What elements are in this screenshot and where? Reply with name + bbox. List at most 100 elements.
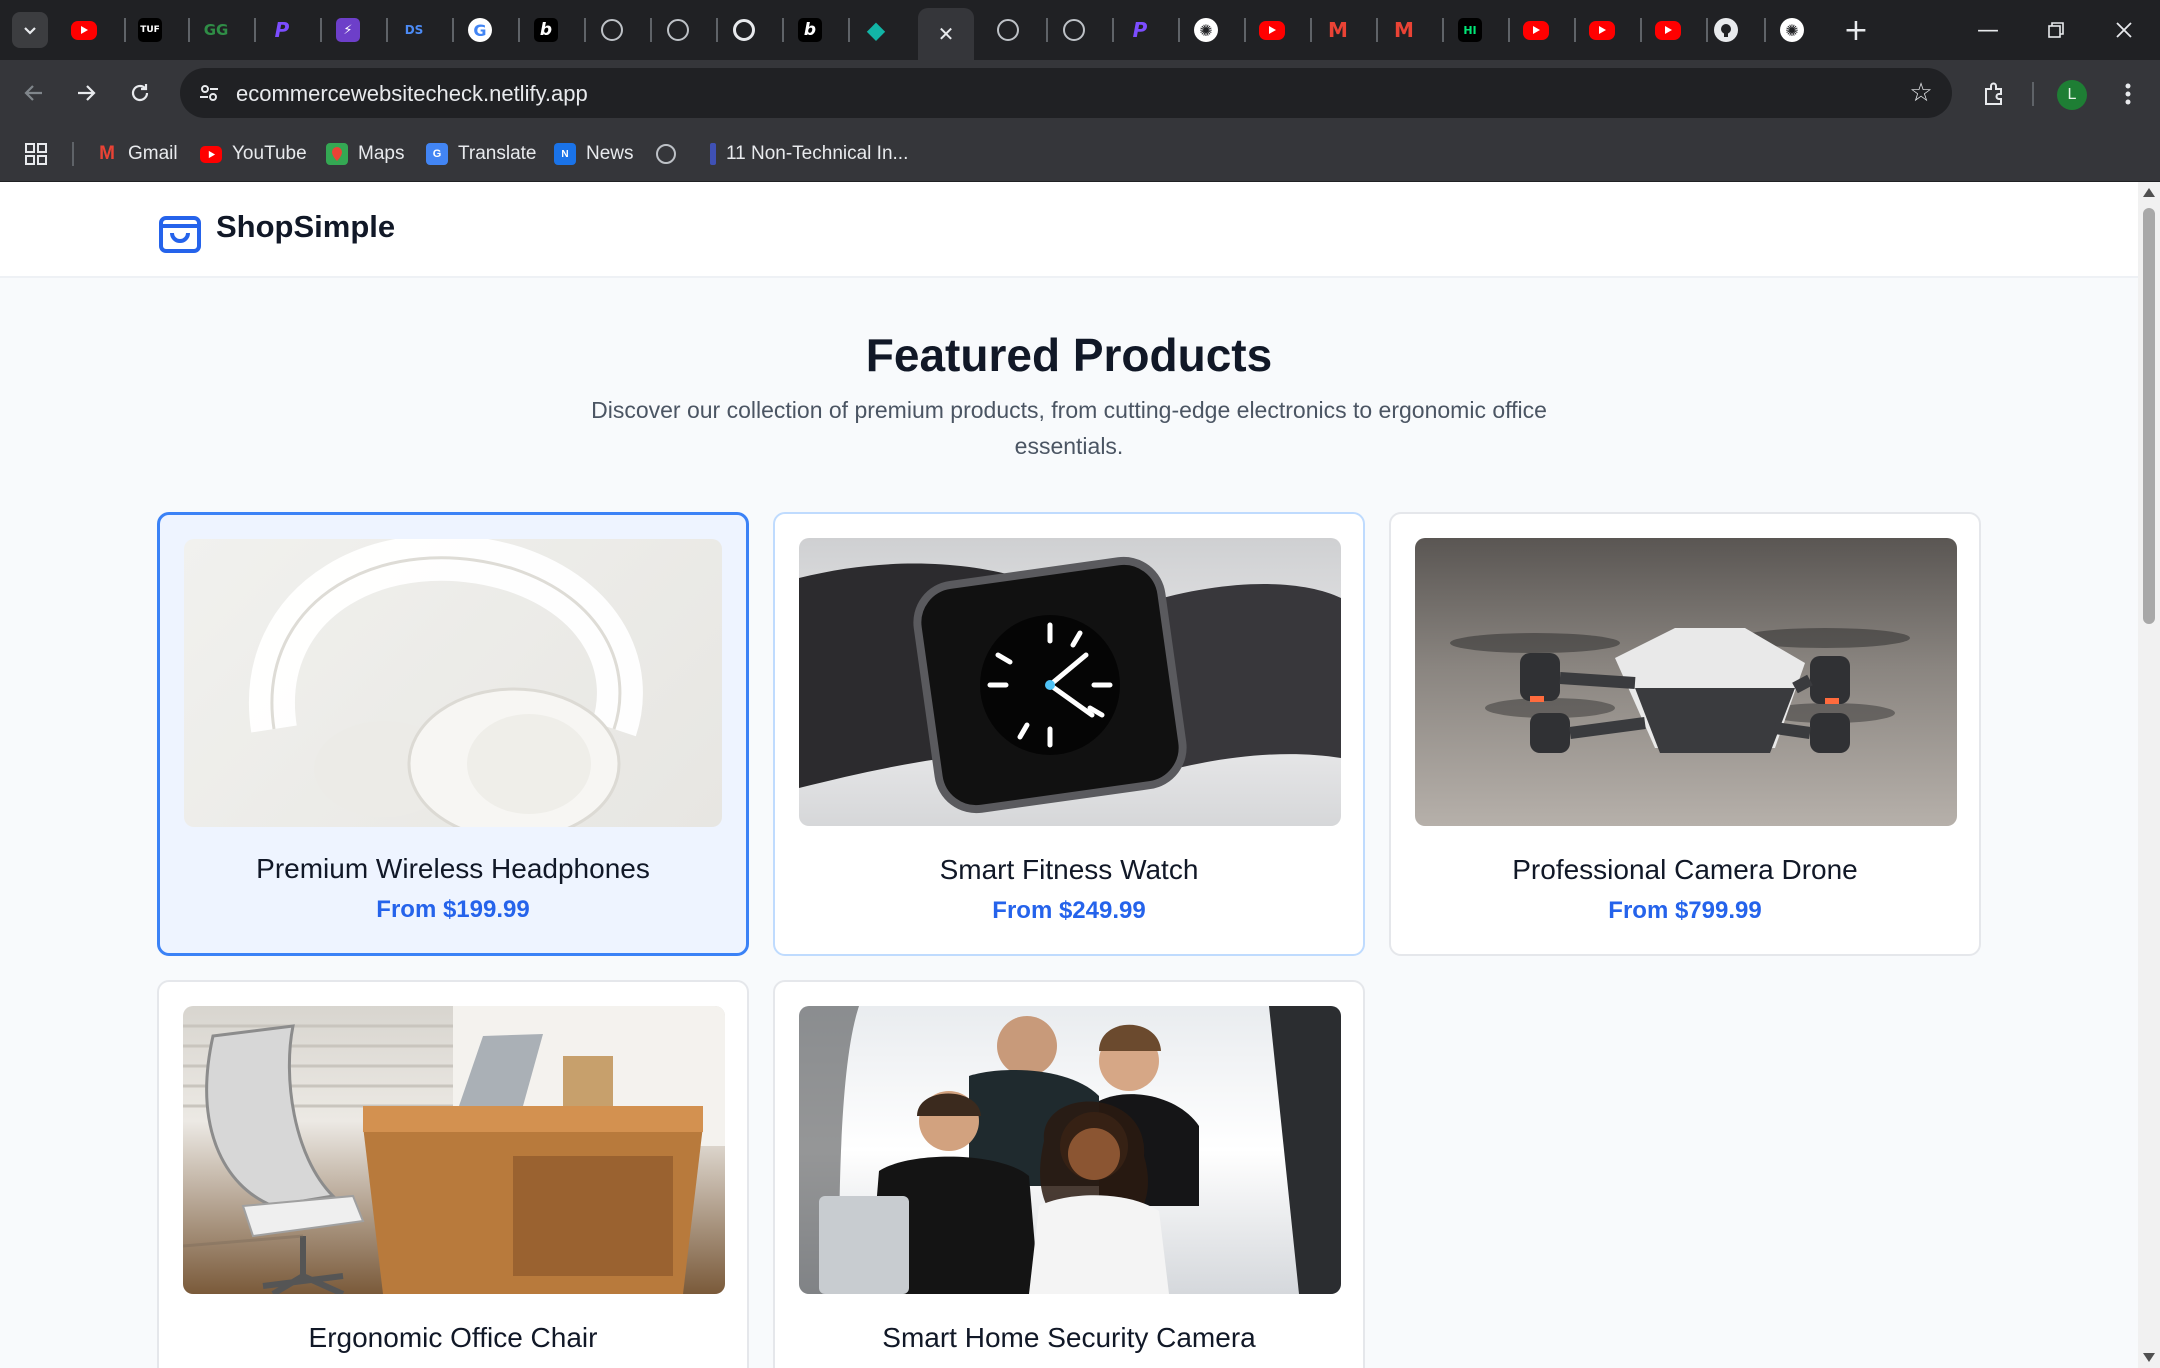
tab-github[interactable] — [1708, 12, 1744, 48]
diamond-icon: ◆ — [866, 16, 886, 44]
bookmark-label: 11 Non-Technical In... — [726, 143, 909, 164]
close-icon — [2116, 22, 2132, 38]
maps-icon — [326, 143, 348, 165]
tab-p-logo[interactable]: P — [1122, 12, 1158, 48]
youtube-icon — [1523, 20, 1549, 40]
tab-active-close[interactable]: ✕ — [918, 8, 974, 60]
url-text[interactable]: ecommercewebsitecheck.netlify.app — [236, 81, 588, 107]
b-logo-icon: b — [534, 18, 558, 42]
site-info-button[interactable] — [194, 78, 224, 108]
office-chair-illustration — [183, 1006, 725, 1294]
product-card-security-camera[interactable]: Smart Home Security Camera — [773, 980, 1365, 1368]
tab-globe[interactable] — [660, 12, 696, 48]
bookmark-star-button[interactable]: ☆ — [1904, 76, 1938, 110]
tab-youtube[interactable] — [66, 12, 102, 48]
tab-separator — [716, 18, 718, 42]
extensions-button[interactable] — [1974, 74, 2014, 114]
headphones-illustration — [249, 539, 643, 827]
reload-icon — [131, 84, 149, 102]
globe-icon — [667, 19, 689, 41]
product-name: Professional Camera Drone — [1512, 854, 1858, 885]
browser-menu-button[interactable] — [2108, 74, 2148, 114]
google-icon: G — [468, 18, 492, 42]
tune-icon — [200, 85, 218, 101]
tab-tuf[interactable]: TUF — [132, 12, 168, 48]
tab-search-button[interactable] — [12, 12, 48, 48]
tab-p-logo[interactable]: P — [264, 12, 300, 48]
tab-openai[interactable]: ✺ — [1188, 12, 1224, 48]
profile-avatar[interactable]: L — [2057, 80, 2087, 110]
tab-hi[interactable]: HI — [1452, 12, 1488, 48]
globe-icon — [997, 19, 1019, 41]
youtube-icon — [71, 20, 97, 40]
close-icon[interactable]: ✕ — [938, 22, 955, 46]
tab-chrome[interactable] — [726, 12, 762, 48]
bookmark-globe[interactable] — [656, 138, 676, 170]
tab-b-logo[interactable]: b — [792, 12, 828, 48]
address-bar[interactable]: ecommercewebsitecheck.netlify.app ☆ — [180, 68, 1952, 118]
forward-button[interactable] — [66, 73, 106, 113]
shopping-bag-icon[interactable] — [157, 206, 203, 254]
chevron-down-icon — [24, 27, 36, 35]
product-card-office-chair[interactable]: Ergonomic Office Chair — [157, 980, 749, 1368]
tab-globe[interactable] — [594, 12, 630, 48]
tab-separator — [518, 18, 520, 42]
github-icon — [1714, 18, 1738, 42]
team-photo — [799, 1006, 1341, 1294]
tab-separator — [1574, 18, 1576, 42]
tab-bolt[interactable]: ⚡ — [330, 12, 366, 48]
tab-youtube[interactable] — [1584, 12, 1620, 48]
tab-gmail[interactable]: M — [1386, 12, 1422, 48]
product-card-headphones[interactable]: Premium Wireless Headphones From $199.99 — [157, 512, 749, 956]
more-vert-icon — [2125, 83, 2131, 105]
tab-gmail[interactable]: M — [1320, 12, 1356, 48]
scrollbar-thumb[interactable] — [2143, 208, 2155, 624]
browser-toolbar: ecommercewebsitecheck.netlify.app ☆ L — [0, 60, 2160, 126]
ds-icon: DS — [404, 23, 424, 37]
minimize-button[interactable]: — — [1958, 10, 2018, 50]
reload-button[interactable] — [120, 73, 160, 113]
gmail-icon: M — [1328, 18, 1348, 42]
bookmark-maps[interactable]: Maps — [326, 138, 404, 170]
globe-icon — [601, 19, 623, 41]
tab-youtube[interactable] — [1254, 12, 1290, 48]
tab-separator — [386, 18, 388, 42]
product-card-drone[interactable]: Professional Camera Drone From $799.99 — [1389, 512, 1981, 956]
back-button[interactable] — [14, 73, 54, 113]
tab-ds[interactable]: DS — [396, 12, 432, 48]
tab-globe[interactable] — [990, 12, 1026, 48]
drone-illustration — [1450, 628, 1910, 753]
news-icon: N — [554, 143, 576, 165]
tab-google[interactable]: G — [462, 12, 498, 48]
tab-openai[interactable]: ✺ — [1774, 12, 1810, 48]
tab-diamond[interactable]: ◆ — [858, 12, 894, 48]
new-tab-button[interactable]: + — [1838, 12, 1874, 48]
scroll-down-arrow-icon[interactable] — [2143, 1353, 2155, 1362]
openai-icon: ✺ — [1194, 18, 1218, 42]
tab-youtube[interactable] — [1518, 12, 1554, 48]
tab-separator — [188, 18, 190, 42]
page-scrollbar[interactable] — [2138, 182, 2160, 1368]
scroll-up-arrow-icon[interactable] — [2143, 188, 2155, 197]
site-logo-text[interactable]: ShopSimple — [216, 209, 395, 245]
tab-globe[interactable] — [1056, 12, 1092, 48]
bookmark-translate[interactable]: G Translate — [426, 138, 537, 170]
site-header: ShopSimple — [0, 182, 2138, 278]
bookmark-youtube[interactable]: YouTube — [200, 138, 307, 170]
apps-button[interactable] — [24, 138, 48, 170]
openai-icon: ✺ — [1780, 18, 1804, 42]
restore-button[interactable] — [2026, 10, 2086, 50]
bookmark-news[interactable]: N News — [554, 138, 634, 170]
bookmark-article[interactable]: 11 Non-Technical In... — [710, 138, 908, 170]
product-price: From $199.99 — [376, 896, 530, 923]
tab-youtube[interactable] — [1650, 12, 1686, 48]
youtube-icon — [200, 145, 222, 163]
product-card-watch[interactable]: Smart Fitness Watch From $249.99 — [773, 512, 1365, 956]
p-logo-icon: P — [274, 18, 290, 42]
tab-separator — [650, 18, 652, 42]
tab-b-logo[interactable]: b — [528, 12, 564, 48]
web-page: ShopSimple Featured Products Discover ou… — [0, 182, 2138, 1368]
close-window-button[interactable] — [2094, 10, 2154, 50]
bookmark-gmail[interactable]: M Gmail — [96, 138, 178, 170]
tab-geeksforgeeks[interactable]: GG — [198, 12, 234, 48]
